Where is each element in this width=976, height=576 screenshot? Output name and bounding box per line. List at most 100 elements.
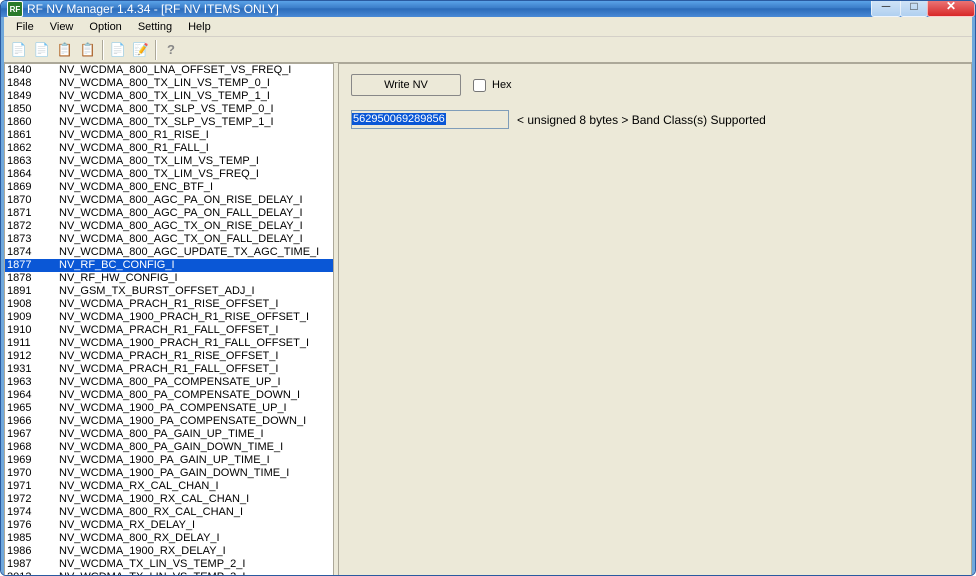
item-name: NV_WCDMA_TX_LIN_VS_TEMP_2_I	[59, 558, 245, 571]
item-name: NV_WCDMA_1900_PA_COMPENSATE_DOWN_I	[59, 415, 306, 428]
list-item[interactable]: 1963NV_WCDMA_800_PA_COMPENSATE_UP_I	[5, 376, 333, 389]
script-icon[interactable]: 📝	[130, 39, 152, 61]
list-item[interactable]: 1860NV_WCDMA_800_TX_SLP_VS_TEMP_1_I	[5, 116, 333, 129]
close-button[interactable]: ✕	[927, 0, 975, 17]
item-id: 1974	[7, 506, 59, 519]
item-name: NV_WCDMA_1900_RX_CAL_CHAN_I	[59, 493, 249, 506]
list-item[interactable]: 1987NV_WCDMA_TX_LIN_VS_TEMP_2_I	[5, 558, 333, 571]
list-item[interactable]: 1848NV_WCDMA_800_TX_LIN_VS_TEMP_0_I	[5, 77, 333, 90]
item-id: 1972	[7, 493, 59, 506]
item-name: NV_WCDMA_800_AGC_UPDATE_TX_AGC_TIME_I	[59, 246, 319, 259]
item-id: 1873	[7, 233, 59, 246]
list-item[interactable]: 1878NV_RF_HW_CONFIG_I	[5, 272, 333, 285]
menu-setting[interactable]: Setting	[130, 19, 180, 35]
list-item[interactable]: 1861NV_WCDMA_800_R1_RISE_I	[5, 129, 333, 142]
item-id: 1863	[7, 155, 59, 168]
menu-help[interactable]: Help	[180, 19, 219, 35]
app-icon: RF	[7, 1, 23, 17]
list-item[interactable]: 1864NV_WCDMA_800_TX_LIM_VS_FREQ_I	[5, 168, 333, 181]
item-name: NV_WCDMA_800_TX_LIN_VS_TEMP_1_I	[59, 90, 270, 103]
doc-icon[interactable]: 📄	[107, 39, 129, 61]
list-item[interactable]: 1863NV_WCDMA_800_TX_LIM_VS_TEMP_I	[5, 155, 333, 168]
list-item[interactable]: 1872NV_WCDMA_800_AGC_TX_ON_RISE_DELAY_I	[5, 220, 333, 233]
item-name: NV_WCDMA_PRACH_R1_FALL_OFFSET_I	[59, 324, 278, 337]
item-id: 1840	[7, 64, 59, 77]
item-name: NV_WCDMA_1900_RX_DELAY_I	[59, 545, 226, 558]
list-item[interactable]: 2013NV_WCDMA_TX_LIN_VS_TEMP_3_I	[5, 571, 333, 576]
list-item[interactable]: 1891NV_GSM_TX_BURST_OFFSET_ADJ_I	[5, 285, 333, 298]
list-item[interactable]: 1871NV_WCDMA_800_AGC_PA_ON_FALL_DELAY_I	[5, 207, 333, 220]
list-item[interactable]: 1972NV_WCDMA_1900_RX_CAL_CHAN_I	[5, 493, 333, 506]
list-item[interactable]: 1971NV_WCDMA_RX_CAL_CHAN_I	[5, 480, 333, 493]
list-item[interactable]: 1870NV_WCDMA_800_AGC_PA_ON_RISE_DELAY_I	[5, 194, 333, 207]
list-item[interactable]: 1840NV_WCDMA_800_LNA_OFFSET_VS_FREQ_I	[5, 64, 333, 77]
list-item[interactable]: 1850NV_WCDMA_800_TX_SLP_VS_TEMP_0_I	[5, 103, 333, 116]
file-red-icon[interactable]: 📄	[31, 39, 53, 61]
list-item[interactable]: 1967NV_WCDMA_800_PA_GAIN_UP_TIME_I	[5, 428, 333, 441]
list1-icon[interactable]: 📋	[54, 39, 76, 61]
item-id: 1850	[7, 103, 59, 116]
item-id: 2013	[7, 571, 59, 576]
list-item[interactable]: 1976NV_WCDMA_RX_DELAY_I	[5, 519, 333, 532]
toolbar-separator	[102, 40, 104, 60]
list-item[interactable]: 1911NV_WCDMA_1900_PRACH_R1_FALL_OFFSET_I	[5, 337, 333, 350]
item-id: 1968	[7, 441, 59, 454]
detail-pane: Write NV Hex 562950069289856 < unsigned …	[338, 63, 972, 576]
list-item[interactable]: 1964NV_WCDMA_800_PA_COMPENSATE_DOWN_I	[5, 389, 333, 402]
list-item[interactable]: 1862NV_WCDMA_800_R1_FALL_I	[5, 142, 333, 155]
menubar: File View Option Setting Help	[4, 17, 972, 37]
list-item[interactable]: 1931NV_WCDMA_PRACH_R1_FALL_OFFSET_I	[5, 363, 333, 376]
item-id: 1963	[7, 376, 59, 389]
list-item[interactable]: 1986NV_WCDMA_1900_RX_DELAY_I	[5, 545, 333, 558]
toolbar-separator	[155, 40, 157, 60]
menu-view[interactable]: View	[42, 19, 82, 35]
write-nv-button[interactable]: Write NV	[351, 74, 461, 96]
list-item[interactable]: 1873NV_WCDMA_800_AGC_TX_ON_FALL_DELAY_I	[5, 233, 333, 246]
list-item[interactable]: 1910NV_WCDMA_PRACH_R1_FALL_OFFSET_I	[5, 324, 333, 337]
item-name: NV_WCDMA_PRACH_R1_FALL_OFFSET_I	[59, 363, 278, 376]
titlebar[interactable]: RF RF NV Manager 1.4.34 - [RF NV ITEMS O…	[1, 1, 975, 17]
item-id: 1872	[7, 220, 59, 233]
item-id: 1911	[7, 337, 59, 350]
list-item[interactable]: 1869NV_WCDMA_800_ENC_BTF_I	[5, 181, 333, 194]
list-item[interactable]: 1874NV_WCDMA_800_AGC_UPDATE_TX_AGC_TIME_…	[5, 246, 333, 259]
item-name: NV_WCDMA_800_R1_RISE_I	[59, 129, 209, 142]
help-icon[interactable]: ?	[160, 39, 182, 61]
list-item[interactable]: 1965NV_WCDMA_1900_PA_COMPENSATE_UP_I	[5, 402, 333, 415]
menu-option[interactable]: Option	[81, 19, 129, 35]
list-item[interactable]: 1974NV_WCDMA_800_RX_CAL_CHAN_I	[5, 506, 333, 519]
item-name: NV_GSM_TX_BURST_OFFSET_ADJ_I	[59, 285, 255, 298]
list-item[interactable]: 1908NV_WCDMA_PRACH_R1_RISE_OFFSET_I	[5, 298, 333, 311]
item-name: NV_WCDMA_PRACH_R1_RISE_OFFSET_I	[59, 350, 278, 363]
item-id: 1910	[7, 324, 59, 337]
item-name: NV_WCDMA_800_R1_FALL_I	[59, 142, 209, 155]
list-item[interactable]: 1966NV_WCDMA_1900_PA_COMPENSATE_DOWN_I	[5, 415, 333, 428]
menu-file[interactable]: File	[8, 19, 42, 35]
item-name: NV_RF_BC_CONFIG_I	[59, 259, 175, 272]
list-item[interactable]: 1969NV_WCDMA_1900_PA_GAIN_UP_TIME_I	[5, 454, 333, 467]
list-item[interactable]: 1877NV_RF_BC_CONFIG_I	[5, 259, 333, 272]
item-id: 1964	[7, 389, 59, 402]
item-id: 1966	[7, 415, 59, 428]
list-item[interactable]: 1968NV_WCDMA_800_PA_GAIN_DOWN_TIME_I	[5, 441, 333, 454]
maximize-button[interactable]: □	[900, 0, 928, 17]
item-name: NV_WCDMA_800_AGC_PA_ON_FALL_DELAY_I	[59, 207, 303, 220]
window-title: RF NV Manager 1.4.34 - [RF NV ITEMS ONLY…	[27, 2, 872, 16]
hex-label: Hex	[492, 79, 512, 91]
list-item[interactable]: 1970NV_WCDMA_1900_PA_GAIN_DOWN_TIME_I	[5, 467, 333, 480]
minimize-button[interactable]: ─	[871, 0, 901, 17]
value-input[interactable]: 562950069289856	[351, 110, 509, 129]
file-open-icon[interactable]: 📄	[8, 39, 30, 61]
hex-checkbox[interactable]	[473, 79, 486, 92]
list2-icon[interactable]: 📋	[77, 39, 99, 61]
item-id: 1891	[7, 285, 59, 298]
nv-item-list[interactable]: 1840NV_WCDMA_800_LNA_OFFSET_VS_FREQ_I184…	[5, 64, 333, 576]
list-item[interactable]: 1985NV_WCDMA_800_RX_DELAY_I	[5, 532, 333, 545]
list-item[interactable]: 1849NV_WCDMA_800_TX_LIN_VS_TEMP_1_I	[5, 90, 333, 103]
item-id: 1878	[7, 272, 59, 285]
list-item[interactable]: 1909NV_WCDMA_1900_PRACH_R1_RISE_OFFSET_I	[5, 311, 333, 324]
list-item[interactable]: 1912NV_WCDMA_PRACH_R1_RISE_OFFSET_I	[5, 350, 333, 363]
item-id: 1908	[7, 298, 59, 311]
item-id: 1869	[7, 181, 59, 194]
hex-checkbox-wrap[interactable]: Hex	[473, 79, 512, 92]
